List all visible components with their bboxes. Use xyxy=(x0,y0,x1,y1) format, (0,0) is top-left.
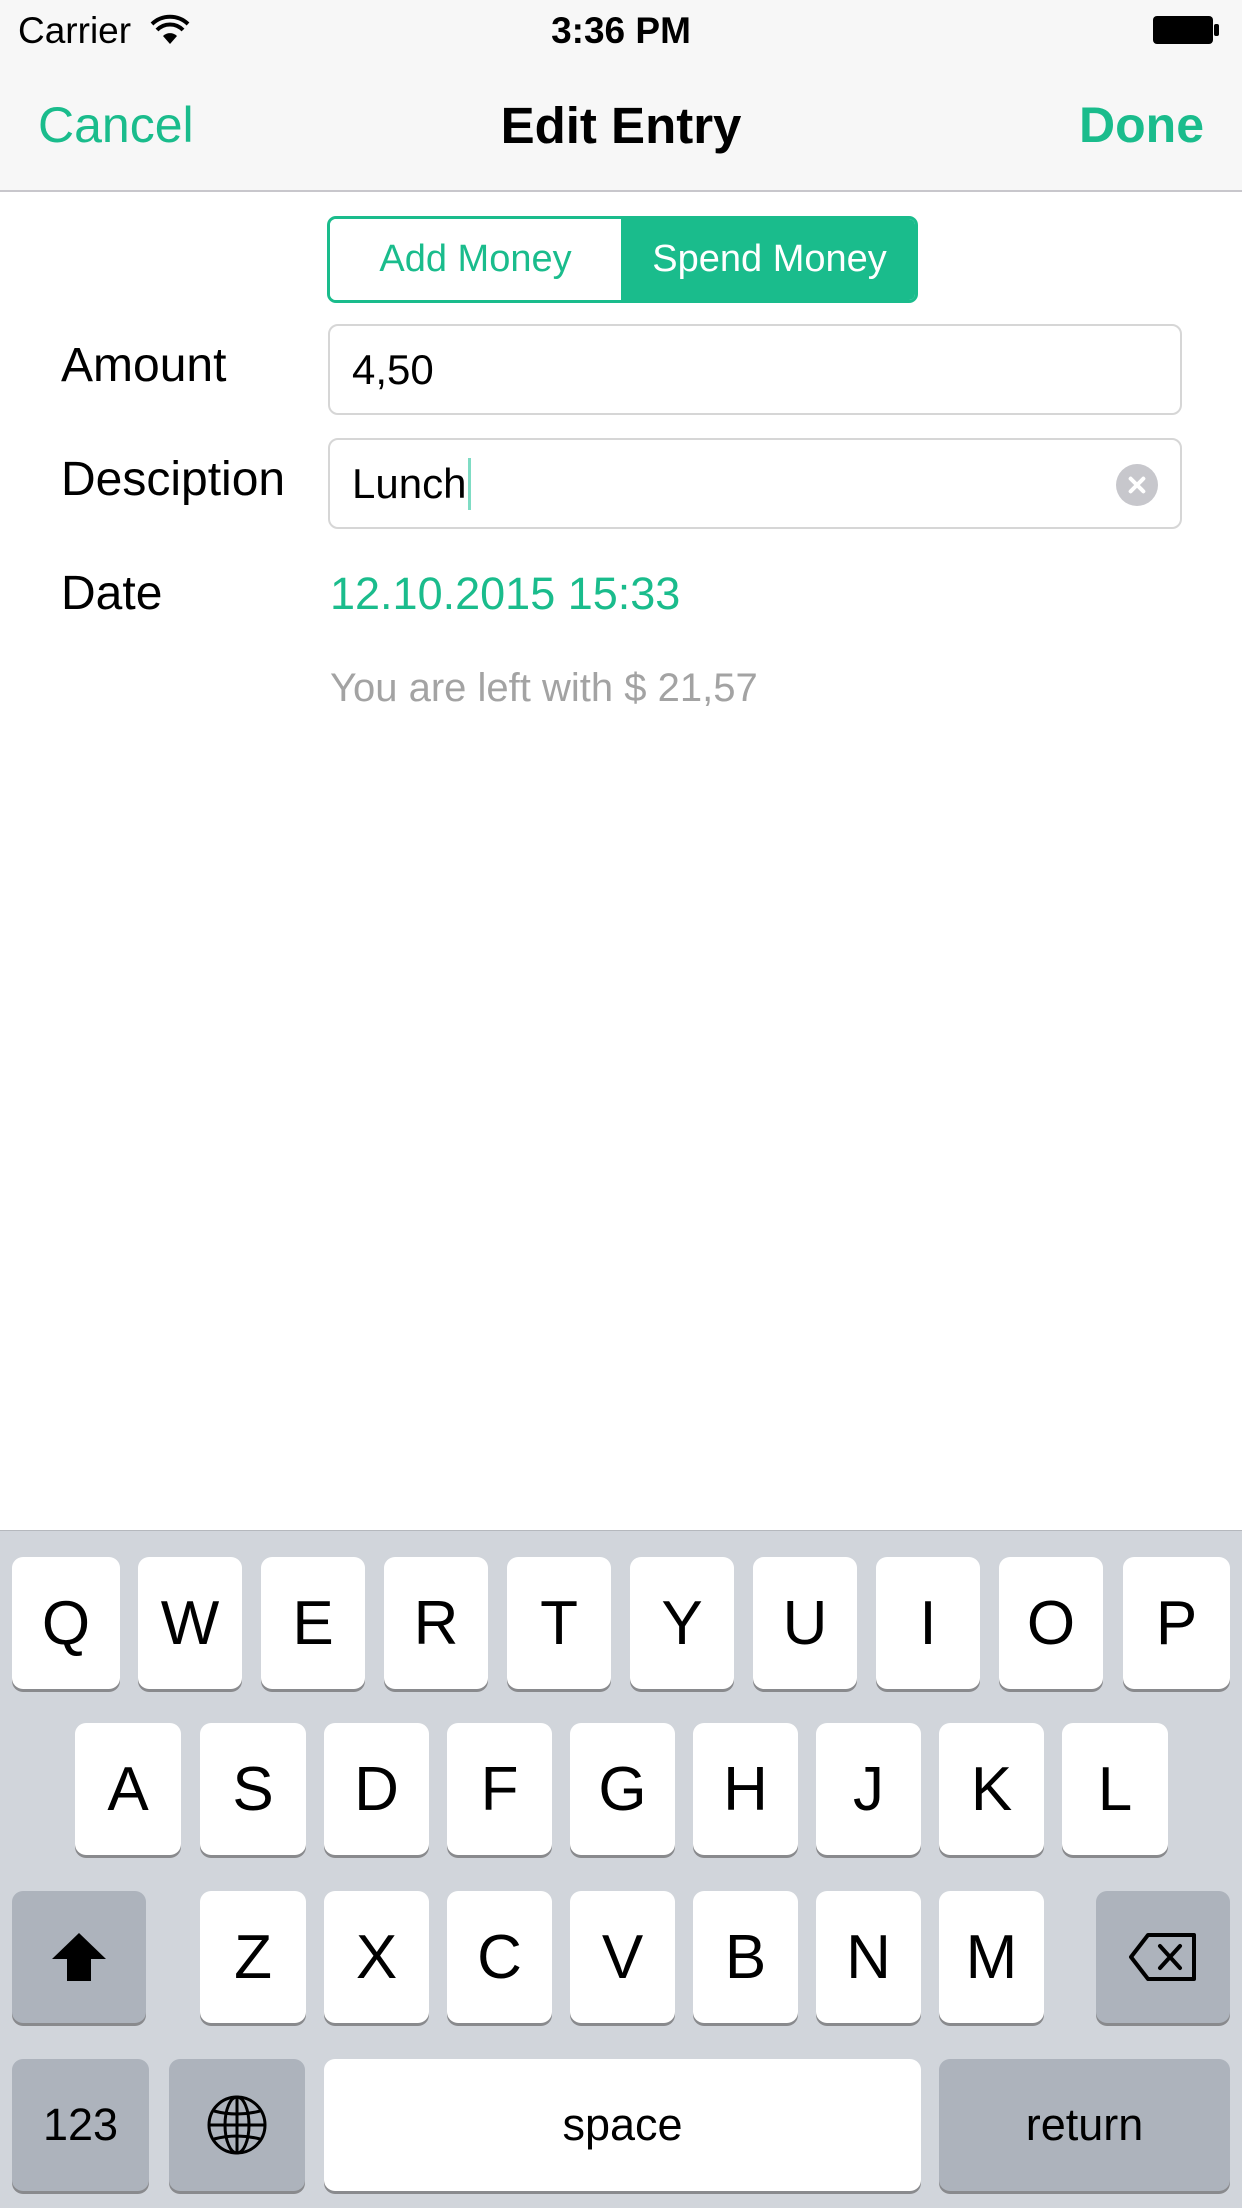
globe-key[interactable] xyxy=(169,2059,305,2191)
segment-spend-money[interactable]: Spend Money xyxy=(624,219,915,300)
shift-key[interactable] xyxy=(12,1891,146,2023)
date-label: Date xyxy=(61,567,163,620)
description-field[interactable]: Lunch xyxy=(328,438,1182,529)
key-a[interactable]: A xyxy=(75,1723,181,1855)
numbers-key[interactable]: 123 xyxy=(12,2059,149,2191)
key-y[interactable]: Y xyxy=(630,1557,734,1689)
money-type-segmented-control: Add Money Spend Money xyxy=(327,216,918,303)
shift-arrow-icon xyxy=(52,1933,106,1981)
navigation-bar: Carrier 3:36 PM Cancel Edit Entry Done xyxy=(0,0,1242,192)
key-p[interactable]: P xyxy=(1123,1557,1230,1689)
key-u[interactable]: U xyxy=(753,1557,857,1689)
key-s[interactable]: S xyxy=(200,1723,306,1855)
key-e[interactable]: E xyxy=(261,1557,365,1689)
key-x[interactable]: X xyxy=(324,1891,429,2023)
key-n[interactable]: N xyxy=(816,1891,921,2023)
space-key[interactable]: space xyxy=(324,2059,921,2191)
text-cursor xyxy=(468,457,472,510)
done-button[interactable]: Done xyxy=(1079,96,1204,154)
page-title: Edit Entry xyxy=(500,97,742,154)
key-f[interactable]: F xyxy=(447,1723,552,1855)
key-l[interactable]: L xyxy=(1062,1723,1168,1855)
key-d[interactable]: D xyxy=(324,1723,429,1855)
description-value: Lunch xyxy=(352,459,467,507)
amount-field[interactable]: 4,50 xyxy=(328,324,1182,415)
key-v[interactable]: V xyxy=(570,1891,675,2023)
key-m[interactable]: M xyxy=(939,1891,1044,2023)
key-t[interactable]: T xyxy=(507,1557,611,1689)
globe-icon xyxy=(207,2095,267,2155)
key-r[interactable]: R xyxy=(384,1557,488,1689)
keyboard: Q W E R T Y U I O P A S D F G H J K L Z … xyxy=(0,1530,1242,2208)
amount-label: Amount xyxy=(61,339,227,392)
clear-text-icon[interactable] xyxy=(1116,464,1158,506)
key-g[interactable]: G xyxy=(570,1723,675,1855)
amount-value: 4,50 xyxy=(352,345,434,393)
backspace-key[interactable] xyxy=(1096,1891,1230,2023)
key-b[interactable]: B xyxy=(693,1891,798,2023)
key-k[interactable]: K xyxy=(939,1723,1044,1855)
key-o[interactable]: O xyxy=(999,1557,1103,1689)
remaining-balance-text: You are left with $ 21,57 xyxy=(330,666,758,710)
description-label: Desciption xyxy=(61,453,286,506)
backspace-icon xyxy=(1129,1933,1196,1981)
key-c[interactable]: C xyxy=(447,1891,552,2023)
key-w[interactable]: W xyxy=(138,1557,242,1689)
key-i[interactable]: I xyxy=(876,1557,980,1689)
key-q[interactable]: Q xyxy=(12,1557,120,1689)
date-value[interactable]: 12.10.2015 15:33 xyxy=(330,568,680,620)
battery-icon xyxy=(1153,16,1219,44)
segment-add-money[interactable]: Add Money xyxy=(330,219,624,300)
key-j[interactable]: J xyxy=(816,1723,921,1855)
return-key[interactable]: return xyxy=(939,2059,1230,2191)
status-time: 3:36 PM xyxy=(551,10,691,51)
key-h[interactable]: H xyxy=(693,1723,798,1855)
key-z[interactable]: Z xyxy=(200,1891,306,2023)
